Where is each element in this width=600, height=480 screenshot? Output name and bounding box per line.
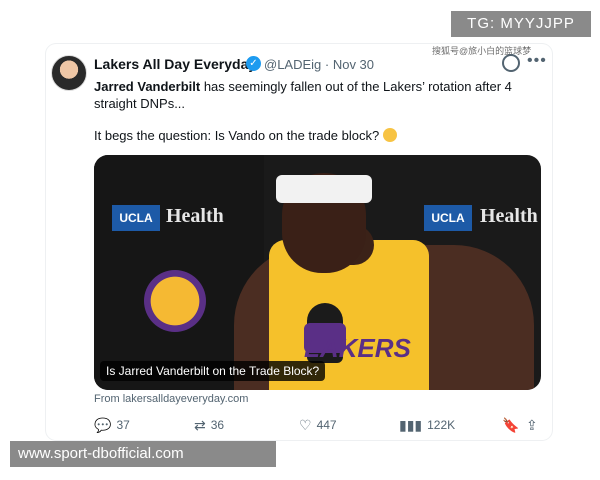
thinking-emoji-icon bbox=[383, 128, 398, 142]
health-left-text: Health bbox=[166, 205, 224, 227]
tweet-text-line1: Jarred Vanderbilt has seemingly fallen o… bbox=[94, 78, 544, 112]
tg-watermark: TG: MYYJJPP bbox=[451, 11, 591, 37]
views-icon: ▮▮▮ bbox=[399, 417, 423, 433]
retweet-button[interactable]: ⇄ 36 bbox=[194, 418, 224, 432]
headband bbox=[276, 175, 372, 203]
share-icon: ⇪ bbox=[526, 417, 538, 433]
avatar[interactable] bbox=[51, 55, 87, 91]
media-caption: Is Jarred Vanderbilt on the Trade Block? bbox=[100, 361, 326, 381]
heart-icon: ♡ bbox=[299, 417, 312, 433]
tweet-highlight-name: Jarred Vanderbilt bbox=[94, 79, 201, 94]
bookmark-icon: 🔖 bbox=[502, 417, 520, 433]
action-bar: 💬 37 ⇄ 36 ♡ 447 ▮▮▮ 122K 🔖 ⇪ bbox=[94, 418, 542, 436]
author-name[interactable]: Lakers All Day Everyday bbox=[94, 56, 256, 72]
tweet-media[interactable]: UCLA Health UCLA Health LAKERS Is Jarred… bbox=[94, 155, 541, 390]
reply-button[interactable]: 💬 37 bbox=[94, 418, 130, 432]
site-watermark: www.sport-dbofficial.com bbox=[10, 441, 276, 467]
jersey-lakers-text: LAKERS bbox=[304, 333, 411, 363]
like-button[interactable]: ♡ 447 bbox=[299, 418, 337, 432]
retweet-icon: ⇄ bbox=[194, 417, 206, 433]
views-button[interactable]: ▮▮▮ 122K bbox=[399, 418, 455, 432]
grok-icon[interactable] bbox=[502, 54, 520, 72]
tweet-text-line2: It begs the question: Is Vando on the tr… bbox=[94, 128, 398, 143]
handle-date[interactable]: @LADEig · Nov 30 bbox=[264, 57, 374, 72]
ucla-right-box: UCLA bbox=[424, 205, 472, 231]
bookmark-button[interactable]: 🔖 bbox=[502, 418, 519, 432]
health-right-text: Health bbox=[480, 205, 538, 227]
reply-icon: 💬 bbox=[94, 417, 112, 433]
reply-count: 37 bbox=[116, 418, 130, 432]
tweet-question: It begs the question: Is Vando on the tr… bbox=[94, 128, 380, 143]
ucla-left-box: UCLA bbox=[112, 205, 160, 231]
verified-badge-icon: ✓ bbox=[246, 56, 261, 71]
like-count: 447 bbox=[316, 418, 337, 432]
source-link[interactable]: From lakersalldayeveryday.com bbox=[94, 393, 248, 405]
lakers-logo-left bbox=[144, 270, 206, 332]
retweet-count: 36 bbox=[210, 418, 225, 432]
view-count: 122K bbox=[427, 418, 456, 432]
more-icon[interactable]: ••• bbox=[527, 52, 547, 70]
share-button[interactable]: ⇪ bbox=[526, 418, 538, 432]
